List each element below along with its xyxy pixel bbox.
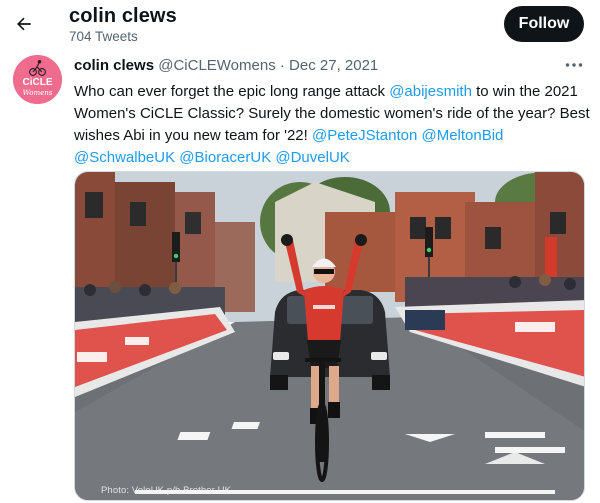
mention-link[interactable]: @SchwalbeUK: [74, 149, 175, 166]
profile-header: colin clews 704 Tweets Follow: [0, 0, 600, 50]
tweet-count: 704 Tweets: [69, 29, 138, 44]
avatar-brand-text: CiCLE: [23, 77, 53, 88]
mention-link[interactable]: @abijesmith: [389, 83, 472, 100]
separator-dot: ·: [279, 57, 285, 74]
tweet-text-part: Who can ever forget the epic long range …: [74, 83, 390, 100]
more-horizontal-icon: [565, 63, 583, 67]
mention-link[interactable]: @BioracerUK: [179, 149, 271, 166]
mention-link[interactable]: @MeltonBid: [421, 127, 503, 144]
more-button[interactable]: [562, 58, 586, 72]
tweet-text: Who can ever forget the epic long range …: [74, 81, 590, 169]
photo-credit: Photo: VeloUK p/b Brother UK: [101, 485, 232, 496]
arrow-left-icon: [17, 17, 31, 31]
mention-link[interactable]: @PeteJStanton: [312, 127, 417, 144]
tweet-photo[interactable]: Photo: VeloUK p/b Brother UK: [74, 171, 585, 501]
mention-link[interactable]: @DuvelUK: [275, 149, 349, 166]
tweet-header: colin clews @CiCLEWomens · Dec 27, 2021: [74, 57, 378, 74]
follow-button[interactable]: Follow: [504, 6, 584, 42]
author-handle[interactable]: @CiCLEWomens: [158, 57, 275, 74]
avatar[interactable]: CiCLE Womens: [13, 55, 62, 104]
tweet-date[interactable]: Dec 27, 2021: [289, 57, 378, 74]
avatar-script-text: Womens: [23, 89, 53, 97]
profile-name: colin clews: [69, 5, 177, 27]
author-name[interactable]: colin clews: [74, 57, 154, 74]
back-button[interactable]: [11, 11, 37, 37]
